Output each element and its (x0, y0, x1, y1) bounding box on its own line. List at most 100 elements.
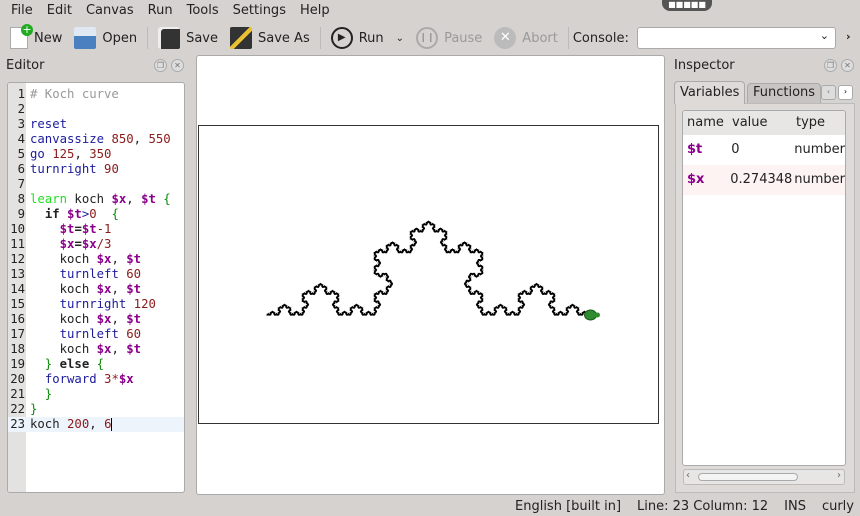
line-number: 13 (10, 267, 25, 281)
code-line[interactable]: 16 koch $x, $t (8, 312, 184, 327)
float-icon[interactable]: ❐ (154, 59, 167, 72)
code-token: $t (126, 282, 142, 296)
column-type[interactable]: type (792, 111, 825, 135)
code-line[interactable]: 15 turnright 120 (8, 297, 184, 312)
pause-button[interactable]: ❙❙ Pause (410, 25, 488, 51)
code-token: { (96, 207, 119, 221)
tab-variables[interactable]: Variables (674, 81, 746, 104)
turtle-canvas[interactable] (198, 125, 659, 424)
code-line[interactable]: 9 if $t>0 { (8, 207, 184, 222)
code-token: $t (141, 192, 156, 206)
line-number: 12 (10, 252, 25, 266)
save-as-icon (230, 27, 253, 49)
horizontal-scrollbar[interactable]: ‹ › (683, 469, 845, 485)
code-line[interactable]: 19 } else { (8, 357, 184, 372)
column-value[interactable]: value (728, 111, 792, 135)
code-text: canvassize 850, 550 (26, 132, 171, 146)
code-token: , (111, 312, 127, 326)
table-row[interactable]: $t 0 number (683, 135, 845, 165)
code-text: turnright 120 (26, 297, 156, 311)
code-token: $t (126, 342, 142, 356)
code-line[interactable]: 17 turnleft 60 (8, 327, 184, 342)
code-line[interactable]: 7 (8, 177, 184, 192)
code-line[interactable]: 23 koch 200, 6 (8, 417, 184, 432)
code-text: koch $x, $t (26, 312, 141, 326)
toolbar-overflow-icon[interactable]: › (846, 30, 851, 43)
column-name[interactable]: name (683, 111, 728, 135)
code-token: turnleft (59, 327, 127, 341)
abort-button[interactable]: ✕ Abort (488, 25, 564, 51)
code-token: $t (59, 222, 75, 236)
console-input[interactable]: ⌄ (637, 27, 836, 49)
code-line[interactable]: 2 (8, 102, 184, 117)
line-number: 21 (10, 387, 25, 401)
close-icon[interactable]: ✕ (171, 59, 184, 72)
code-token: /3 (96, 237, 112, 251)
code-token: 125 (52, 147, 75, 161)
chevron-down-icon[interactable]: ⌄ (820, 29, 829, 42)
status-mode: INS (784, 499, 806, 514)
code-text: koch $x, $t (26, 342, 141, 356)
code-line[interactable]: 8 learn koch $x, $t { (8, 192, 184, 207)
code-editor[interactable]: 1 # Koch curve 2 3 reset 4 canvassize 850, 550… (7, 82, 185, 493)
menu-canvas[interactable]: Canvas (79, 2, 141, 20)
code-line[interactable]: 1 # Koch curve (8, 87, 184, 102)
line-number: 15 (10, 297, 25, 311)
menu-tools[interactable]: Tools (180, 2, 226, 20)
code-token: , (126, 192, 142, 206)
code-token: reset (30, 117, 68, 131)
tab-scroll-left-icon[interactable]: ‹ (821, 85, 836, 100)
code-token: turnright (30, 162, 105, 176)
code-line[interactable]: 14 koch $x, $t (8, 282, 184, 297)
menu-run[interactable]: Run (141, 2, 180, 20)
chevron-down-icon[interactable]: ⌄ (396, 33, 404, 44)
code-line[interactable]: 12 koch $x, $t (8, 252, 184, 267)
menu-settings[interactable]: Settings (226, 2, 293, 20)
code-line[interactable]: 18 koch $x, $t (8, 342, 184, 357)
code-line[interactable]: 4 canvassize 850, 550 (8, 132, 184, 147)
new-file-icon: + (10, 24, 33, 49)
line-number: 1 (17, 87, 25, 101)
code-token: 550 (141, 132, 171, 146)
save-button[interactable]: Save (152, 25, 224, 51)
menu-file[interactable]: File (4, 2, 40, 20)
code-line[interactable]: 5 go 125, 350 (8, 147, 184, 162)
code-token: $t (67, 207, 82, 221)
line-number: 9 (17, 207, 25, 221)
code-text: if $t>0 { (26, 207, 119, 221)
code-line[interactable]: 22} (8, 402, 184, 417)
tab-functions[interactable]: Functions (747, 83, 822, 103)
menu-help[interactable]: Help (293, 2, 337, 20)
code-line[interactable]: 21 } (8, 387, 184, 402)
code-line[interactable]: 11 $x=$x/3 (8, 237, 184, 252)
window-handle[interactable]: ■■■■■ (662, 0, 712, 11)
open-button[interactable]: Open (68, 25, 143, 51)
save-as-button[interactable]: Save As (224, 25, 316, 51)
tab-scroll-right-icon[interactable]: › (838, 85, 853, 100)
menu-edit[interactable]: Edit (40, 2, 79, 20)
code-token: } (30, 387, 53, 401)
line-number: 5 (17, 147, 25, 161)
new-button[interactable]: + New (4, 24, 68, 51)
code-line[interactable]: 3 reset (8, 117, 184, 132)
run-button[interactable]: ▶ Run ⌄ (325, 25, 410, 51)
code-line[interactable]: 13 turnleft 60 (8, 267, 184, 282)
code-token: 200 (67, 417, 90, 431)
code-token: koch (30, 342, 97, 356)
code-line[interactable]: 6 turnright 90 (8, 162, 184, 177)
status-style: curly (821, 499, 854, 514)
turtle-icon (584, 309, 600, 321)
code-token: , (74, 147, 90, 161)
separator (567, 27, 569, 49)
var-value: 0 (731, 142, 740, 157)
code-text: forward 3*$x (26, 372, 134, 386)
code-line[interactable]: 10 $t=$t-1 (8, 222, 184, 237)
float-icon[interactable]: ❐ (824, 59, 837, 72)
code-token: , (111, 282, 127, 296)
code-token: , (111, 342, 127, 356)
close-icon[interactable]: ✕ (841, 59, 854, 72)
code-line[interactable]: 20 forward 3*$x (8, 372, 184, 387)
table-row[interactable]: $x 0.274348 number (683, 165, 845, 195)
